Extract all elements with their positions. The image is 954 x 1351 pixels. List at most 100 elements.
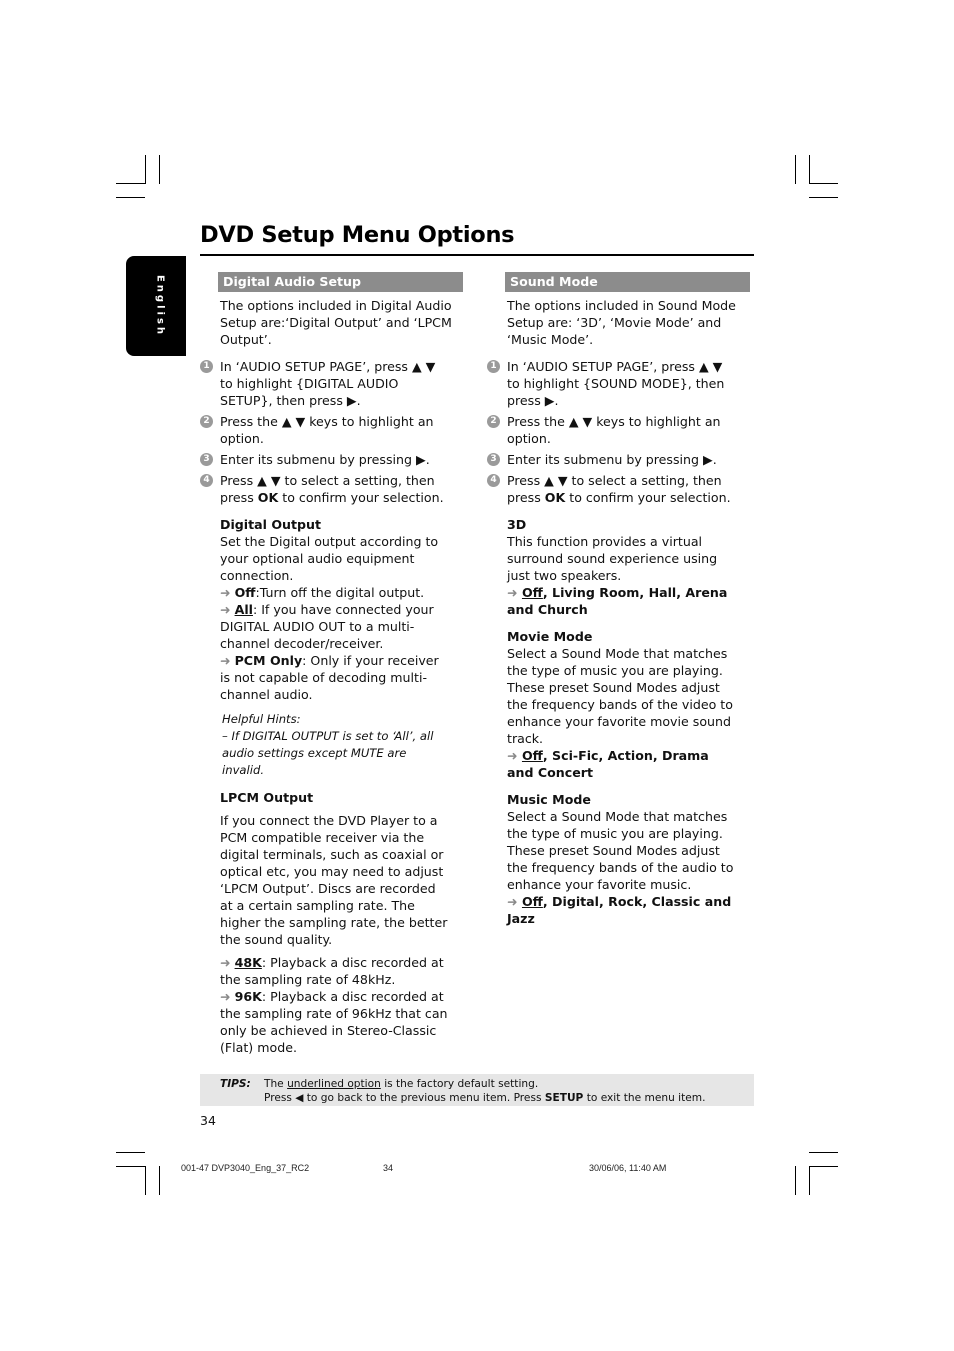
option-name-default: Off <box>521 894 543 909</box>
footer-page: 34 <box>383 1163 394 1173</box>
step-text: to confirm your selection. <box>565 490 731 505</box>
step-item: 3 Enter its submenu by pressing ▶. <box>200 451 452 468</box>
music-mode-block: Music Mode Select a Sound Mode that matc… <box>507 791 739 927</box>
crop-mark <box>159 155 160 184</box>
lpcm-output-block: LPCM Output If you connect the DVD Playe… <box>220 789 452 1056</box>
movie-mode-block: Movie Mode Select a Sound Mode that matc… <box>507 628 739 781</box>
setup-key-label: SETUP <box>544 1092 584 1104</box>
subsection-desc: Select a Sound Mode that matches the typ… <box>507 809 734 892</box>
tips-line-2: Press ◀ to go back to the previous menu … <box>264 1091 705 1105</box>
language-tab: English <box>126 256 186 356</box>
crop-mark <box>145 1166 146 1195</box>
crop-mark <box>809 183 838 184</box>
option-list: ➜ Off, Sci-Fic, Action, Drama and Concer… <box>507 747 739 781</box>
ok-key-label: OK <box>257 490 279 505</box>
section-heading: Digital Audio Setup <box>218 272 463 292</box>
arrow-icon: ➜ <box>220 989 231 1004</box>
tips-label: TIPS: <box>220 1078 251 1090</box>
option-name-default: Off <box>521 748 543 763</box>
crop-mark <box>809 1166 838 1167</box>
option-list: ➜ Off, Digital, Rock, Classic and Jazz <box>507 893 739 927</box>
option-list: ➜ Off, Living Room, Hall, Arena and Chur… <box>507 584 739 618</box>
step-text: Press the ▲ ▼ keys to highlight an optio… <box>220 414 434 446</box>
step-number-icon: 2 <box>487 415 500 428</box>
option-item: ➜ PCM Only: Only if your receiver is not… <box>220 652 452 703</box>
crop-mark <box>809 1152 838 1153</box>
tips-text: to exit the menu item. <box>583 1092 706 1104</box>
tips-text: Press ◀ to go back to the previous menu … <box>264 1092 545 1104</box>
subsection-desc: This function provides a virtual surroun… <box>507 534 718 583</box>
option-item: ➜ 48K: Playback a disc recorded at the s… <box>220 954 452 988</box>
subsection-heading: Music Mode <box>507 792 591 807</box>
step-item: 1 In ‘AUDIO SETUP PAGE’, press ▲ ▼ to hi… <box>200 358 452 409</box>
page-title: DVD Setup Menu Options <box>200 222 515 248</box>
digital-output-block: Digital Output Set the Digital output ac… <box>220 516 452 703</box>
option-item: ➜ 96K: Playback a disc recorded at the s… <box>220 988 452 1056</box>
ok-key-label: OK <box>544 490 566 505</box>
step-number-icon: 1 <box>487 360 500 373</box>
step-number-icon: 3 <box>200 453 213 466</box>
arrow-icon: ➜ <box>220 585 231 600</box>
crop-mark <box>116 197 145 198</box>
step-number-icon: 3 <box>487 453 500 466</box>
subsection-desc: Select a Sound Mode that matches the typ… <box>507 646 733 746</box>
step-number-icon: 4 <box>487 474 500 487</box>
step-number-icon: 2 <box>200 415 213 428</box>
step-list: 1 In ‘AUDIO SETUP PAGE’, press ▲ ▼ to hi… <box>487 358 739 506</box>
subsection-heading: 3D <box>507 517 527 532</box>
subsection-heading: Movie Mode <box>507 629 593 644</box>
sound-mode-section: Sound Mode The options included in Sound… <box>487 272 750 927</box>
crop-mark <box>159 1166 160 1195</box>
step-item: 4 Press ▲ ▼ to select a setting, then pr… <box>487 472 739 506</box>
tips-box: TIPS: The underlined option is the facto… <box>200 1074 754 1106</box>
option-name: PCM Only <box>234 653 303 668</box>
step-text: to confirm your selection. <box>278 490 444 505</box>
crop-mark <box>809 197 838 198</box>
arrow-icon: ➜ <box>220 602 231 617</box>
crop-mark <box>116 1166 145 1167</box>
crop-mark <box>116 1152 145 1153</box>
option-desc: : If you have connected your DIGITAL AUD… <box>220 602 434 651</box>
step-list: 1 In ‘AUDIO SETUP PAGE’, press ▲ ▼ to hi… <box>200 358 452 506</box>
crop-mark <box>809 1166 810 1195</box>
option-name-default: Off <box>521 585 543 600</box>
helpful-hints: Helpful Hints: – If DIGITAL OUTPUT is se… <box>222 711 452 779</box>
arrow-icon: ➜ <box>220 955 231 970</box>
arrow-icon: ➜ <box>220 653 231 668</box>
step-number-icon: 4 <box>200 474 213 487</box>
step-item: 2 Press the ▲ ▼ keys to highlight an opt… <box>200 413 452 447</box>
footer-date: 30/06/06, 11:40 AM <box>589 1163 667 1173</box>
hints-text: – If DIGITAL OUTPUT is set to ‘All’, all… <box>222 729 434 777</box>
tips-underlined-text: underlined option <box>287 1078 381 1090</box>
section-intro: The options included in Sound Mode Setup… <box>507 298 736 347</box>
crop-mark <box>795 155 796 184</box>
step-item: 2 Press the ▲ ▼ keys to highlight an opt… <box>487 413 739 447</box>
step-text: In ‘AUDIO SETUP PAGE’, press ▲ ▼ to high… <box>507 359 725 408</box>
step-text: Enter its submenu by pressing ▶. <box>220 452 430 467</box>
option-name: 96K <box>234 989 262 1004</box>
step-item: 1 In ‘AUDIO SETUP PAGE’, press ▲ ▼ to hi… <box>487 358 739 409</box>
tips-text: is the factory default setting. <box>380 1078 539 1090</box>
step-number-icon: 1 <box>200 360 213 373</box>
hints-title: Helpful Hints: <box>222 712 301 726</box>
option-name-default: All <box>234 602 253 617</box>
arrow-icon: ➜ <box>507 585 518 600</box>
crop-mark <box>809 155 810 184</box>
subsection-heading: LPCM Output <box>220 790 314 805</box>
step-text: In ‘AUDIO SETUP PAGE’, press ▲ ▼ to high… <box>220 359 436 408</box>
step-text: Press the ▲ ▼ keys to highlight an optio… <box>507 414 721 446</box>
step-text: Enter its submenu by pressing ▶. <box>507 452 717 467</box>
section-heading: Sound Mode <box>505 272 750 292</box>
crop-mark <box>145 155 146 184</box>
subsection-heading: Digital Output <box>220 517 322 532</box>
crop-mark <box>795 1166 796 1195</box>
tips-text: The <box>264 1078 288 1090</box>
crop-mark <box>116 183 145 184</box>
title-divider <box>200 254 754 256</box>
subsection-desc: If you connect the DVD Player to a PCM c… <box>220 813 448 947</box>
page-number: 34 <box>200 1113 216 1128</box>
option-name-default: 48K <box>234 955 262 970</box>
section-intro: The options included in Digital Audio Se… <box>220 298 452 347</box>
option-item: ➜ All: If you have connected your DIGITA… <box>220 601 452 652</box>
3d-block: 3D This function provides a virtual surr… <box>507 516 739 618</box>
